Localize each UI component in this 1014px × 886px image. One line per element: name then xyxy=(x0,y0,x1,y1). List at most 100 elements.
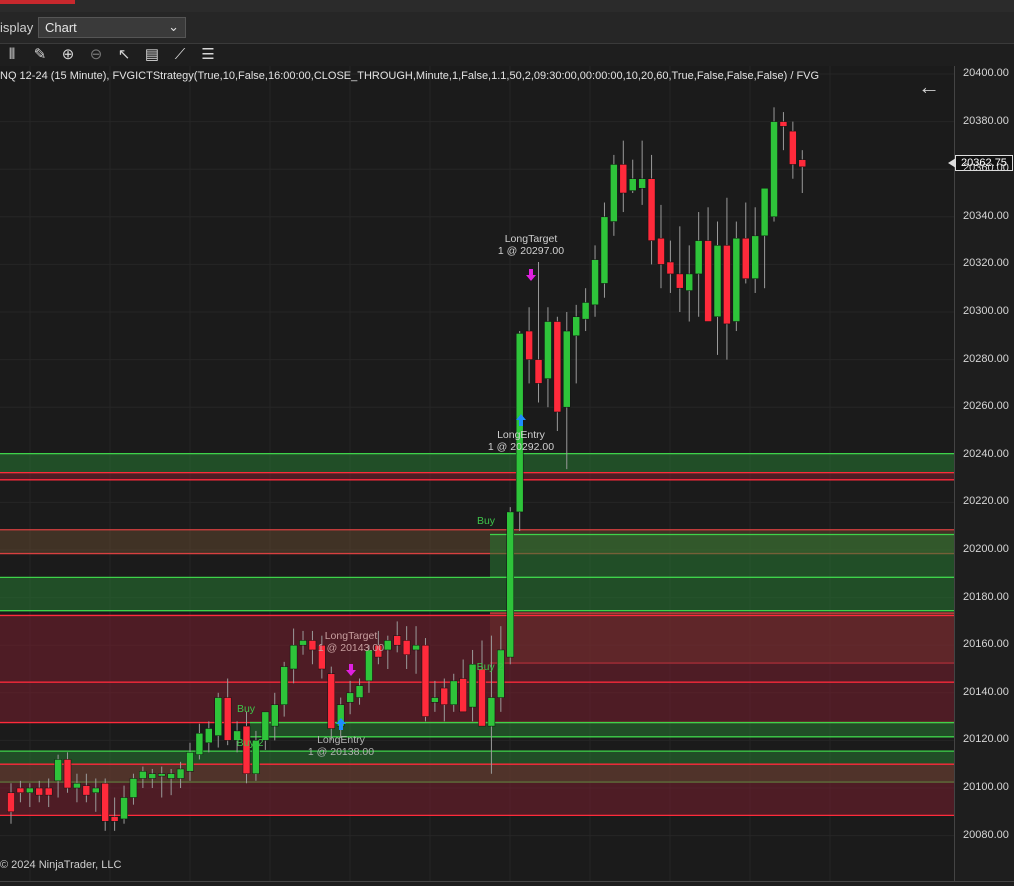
candle-body xyxy=(82,785,91,796)
list-icon[interactable]: ☰ xyxy=(198,46,218,64)
candle-body xyxy=(92,787,100,794)
properties-icon[interactable]: ▤ xyxy=(142,46,162,64)
candle-body xyxy=(16,787,25,794)
trade-annotation-label: Buy 2 xyxy=(237,737,264,749)
price-axis-label: 20320.00 xyxy=(963,257,1009,270)
zoom-out-icon[interactable]: ⊖ xyxy=(86,46,106,64)
candle-body xyxy=(478,668,486,727)
candle-body xyxy=(280,666,288,705)
trade-annotation-detail: 1 @ 20143.00 xyxy=(318,642,384,654)
candle-body xyxy=(402,640,411,655)
chart-toolbar: ⫴ ✎ ⊕ ⊖ ↖ ▤ ⟋ ☰ xyxy=(0,44,1014,67)
price-axis-label: 20100.00 xyxy=(963,781,1009,793)
candle-body xyxy=(572,316,580,337)
candle-body xyxy=(760,187,769,237)
candle-body xyxy=(223,697,232,741)
candle-body xyxy=(205,728,213,744)
price-axis-label: 20220.00 xyxy=(963,495,1009,508)
price-axis[interactable]: 20362.75 20400.00 20380.00 20360.00 20340.0… xyxy=(948,66,1014,881)
display-select-value: Chart xyxy=(45,20,77,35)
trade-annotation-label: LongEntry xyxy=(497,429,546,441)
candle-body xyxy=(647,178,656,241)
candle-body xyxy=(685,273,693,291)
candle-body xyxy=(666,261,675,275)
candle-body xyxy=(459,678,467,713)
candlestick-chart[interactable]: LongTarget1 @ 20297.00LongEntry1 @ 20292… xyxy=(0,66,954,881)
bar-chart-icon[interactable]: ⫴ xyxy=(2,46,22,64)
candle-body xyxy=(497,649,505,698)
pencil-icon[interactable]: ✎ xyxy=(30,46,50,64)
trade-annotation-label: LongEntry xyxy=(317,734,366,746)
trade-annotation-label: Buy xyxy=(477,515,496,527)
candle-body xyxy=(713,245,722,318)
display-bar: isplay Chart ⌄ xyxy=(0,12,1014,44)
candle-body xyxy=(610,164,618,222)
trade-annotation-label: Buy 2 xyxy=(477,661,504,673)
candle-body xyxy=(214,697,222,736)
candle-body xyxy=(544,321,552,379)
price-axis-label: 20380.00 xyxy=(963,114,1009,127)
candle-body xyxy=(129,778,138,798)
price-axis-label: 20080.00 xyxy=(963,828,1009,841)
fvg-zone xyxy=(0,682,954,723)
candle-body xyxy=(694,240,703,275)
candle-body xyxy=(440,687,449,705)
fvg-zone xyxy=(0,577,954,611)
copyright-text: © 2024 NinjaTrader, LLC xyxy=(0,859,122,871)
price-axis-label: 20300.00 xyxy=(963,305,1009,317)
candle-body xyxy=(657,237,665,265)
candle-body xyxy=(563,330,571,408)
trade-annotation-detail: 1 @ 20297.00 xyxy=(498,245,564,257)
price-axis-label: 20140.00 xyxy=(963,685,1009,698)
candle-body xyxy=(186,752,194,772)
candle-body xyxy=(581,302,590,320)
candle-body xyxy=(742,237,750,279)
candle-body xyxy=(110,816,119,822)
candle-body xyxy=(431,697,439,703)
price-axis-label: 20360.00 xyxy=(963,162,1009,175)
trade-annotation-label: LongTarget xyxy=(505,233,558,245)
display-select[interactable]: Chart ⌄ xyxy=(38,17,186,38)
chevron-down-icon: ⌄ xyxy=(168,19,179,34)
candle-body xyxy=(157,773,166,777)
candle-body xyxy=(619,164,628,194)
candle-body xyxy=(139,771,147,779)
candle-body xyxy=(553,321,562,413)
candle-body xyxy=(779,121,788,127)
candle-body xyxy=(600,216,609,284)
price-axis-label: 20280.00 xyxy=(963,352,1009,365)
candle-body xyxy=(63,759,72,789)
candle-body xyxy=(101,782,109,822)
candle-body xyxy=(73,782,81,789)
fvg-zone xyxy=(0,472,954,480)
candle-body xyxy=(421,644,430,717)
candle-body xyxy=(7,792,15,813)
candle-body xyxy=(299,640,307,646)
trade-annotation-detail: 1 @ 20292.00 xyxy=(488,441,554,453)
candle-body xyxy=(732,237,741,322)
display-label: isplay xyxy=(0,20,34,35)
candle-body xyxy=(384,640,392,651)
candle-body xyxy=(591,259,599,306)
candle-body xyxy=(148,773,157,779)
strategy-icon[interactable]: ⟋ xyxy=(170,46,190,64)
candle-body xyxy=(449,680,458,705)
candle-body xyxy=(628,178,637,191)
price-axis-label: 20120.00 xyxy=(963,733,1009,746)
candle-body xyxy=(487,697,496,727)
back-arrow-icon[interactable]: ← xyxy=(918,76,940,98)
candle-body xyxy=(789,130,797,165)
candle-body xyxy=(723,245,731,325)
candle-body xyxy=(271,704,279,727)
price-axis-label: 20200.00 xyxy=(963,543,1009,555)
trade-annotation-label: LongTarget xyxy=(325,630,378,642)
trade-annotation-label: Buy xyxy=(237,703,256,715)
candle-body xyxy=(468,663,477,708)
candle-body xyxy=(120,797,128,820)
trade-annotation-detail: 1 @ 20138.00 xyxy=(308,746,374,758)
time-axis[interactable] xyxy=(0,881,1014,886)
pointer-icon[interactable]: ↖ xyxy=(114,46,134,64)
chart-panel[interactable]: LongTarget 1 @ 20297.00 LongEntry 1 @ 20292… xyxy=(0,66,954,881)
zoom-in-icon[interactable]: ⊕ xyxy=(58,46,78,64)
candle-body xyxy=(167,773,175,779)
